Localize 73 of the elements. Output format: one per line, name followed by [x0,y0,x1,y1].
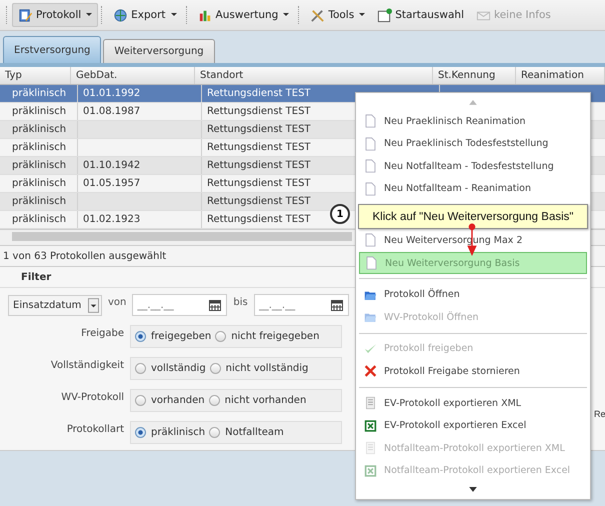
toolbar-button[interactable]: Protokoll [12,3,98,27]
radio-option[interactable]: vollständig [135,363,206,374]
status-text: 1 von 63 Protokollen ausgewählt [3,250,166,262]
document-icon [364,159,377,174]
filter-label: Freigabe [80,328,125,339]
radio-option[interactable]: vorhanden [135,395,205,406]
date-type-dropdown[interactable]: Einsatzdatum [8,294,102,316]
radio-button[interactable] [135,331,146,342]
toolbar-button[interactable]: Startauswahl [371,3,470,27]
radio-option[interactable]: nicht vorhanden [208,395,306,406]
field-label: Re [594,409,605,419]
radio-button[interactable] [135,395,146,406]
callout: Klick auf "Neu Weiterversorgung Basis" [358,204,588,229]
radio-button[interactable] [210,363,221,374]
toolbar-button[interactable]: Tools [304,3,372,27]
table-cell: präklinisch [0,157,78,174]
radio-option[interactable]: präklinisch [135,427,206,438]
table-cell: präklinisch [0,211,78,228]
menu-item[interactable]: Protokoll Öffnen [359,283,587,306]
column-header[interactable]: St.Kennung [433,67,516,84]
filter-label: Protokollart [66,424,125,435]
radio-button[interactable] [209,427,220,438]
document-icon [364,233,377,248]
menu-item[interactable]: EV-Protokoll exportieren Excel [359,414,587,437]
clipboard-pencil-icon [18,8,33,22]
table-cell: präklinisch [0,175,78,192]
tools-icon [310,8,326,22]
radio-button[interactable] [135,427,146,438]
table-cell: präklinisch [0,139,78,156]
menu-item[interactable]: Protokoll Freigabe stornieren [359,360,587,383]
table-cell: 01.05.1957 [78,175,202,192]
document-icon [365,256,378,270]
column-header[interactable]: Reanimation [516,67,605,84]
document-icon [364,114,377,128]
toolbar-button[interactable]: Auswertung [192,3,296,27]
document-icon [364,441,377,456]
spreadsheet-icon [364,418,377,433]
table-cell: präklinisch [0,103,78,120]
radio-option[interactable]: Notfallteam [209,427,284,438]
radio-option[interactable]: nicht freigegeben [215,331,320,342]
toolbar-button[interactable]: Export [107,3,183,27]
tab[interactable]: Erstversorgung [3,36,102,63]
new-window-icon [377,8,392,22]
radio-option[interactable]: freigegeben [135,331,212,342]
column-header[interactable]: Standort [195,67,433,84]
radio-button[interactable] [135,363,146,374]
cross-icon [364,364,377,378]
document-icon [364,136,377,151]
table-cell: 01.08.1987 [78,103,202,120]
radio-option[interactable]: nicht vollständig [210,363,308,374]
filter-title: Filter [21,272,52,282]
from-label: von [108,296,126,308]
table-cell: präklinisch [0,121,78,138]
to-label: bis [233,296,248,308]
column-header[interactable]: Typ [0,67,71,84]
scroll-down-icon[interactable] [469,487,477,492]
table-cell: 01.10.1942 [78,157,202,174]
filter-label: WV-Protokoll [60,392,125,403]
radio-button[interactable] [208,395,220,406]
document-icon [364,182,377,196]
spreadsheet-icon [364,464,377,478]
tab[interactable]: Weiterversorgung [103,39,215,63]
filter-label: Vollständigkeit [50,360,125,371]
table-cell: präklinisch [0,85,78,102]
menu-item[interactable]: EV-Protokoll exportieren XML [359,392,587,414]
column-header[interactable]: GebDat. [71,67,195,84]
radio-button[interactable] [215,331,226,342]
table-cell: 01.02.1923 [78,211,202,228]
document-icon [364,396,377,410]
table-cell: 01.01.1992 [78,85,202,102]
scroll-up-icon[interactable] [469,100,477,105]
table-cell: präklinisch [0,193,78,210]
globe-icon [113,8,128,22]
